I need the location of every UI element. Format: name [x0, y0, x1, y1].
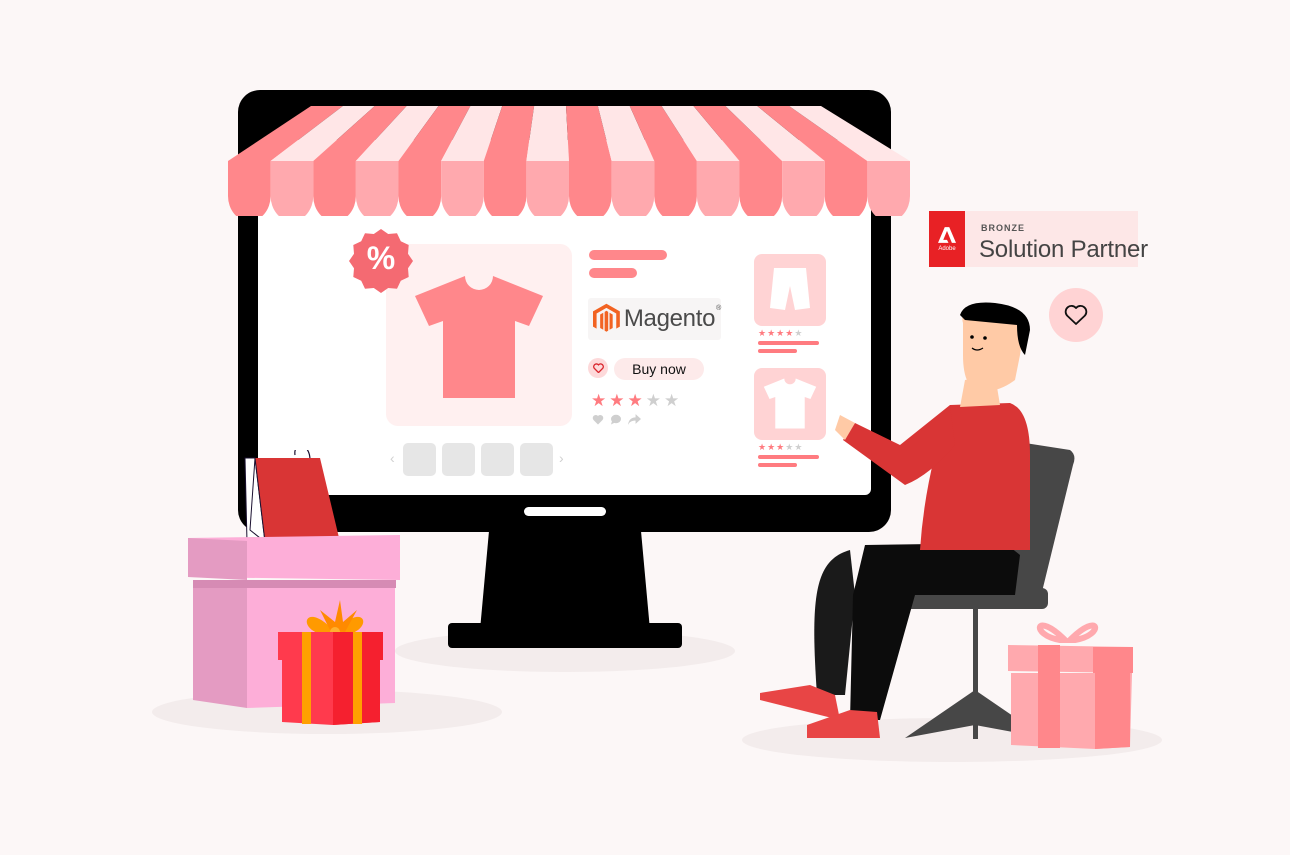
awning-scallop: [824, 161, 868, 216]
thumbnail-4[interactable]: [520, 443, 553, 476]
star-empty-icon: ★: [664, 391, 680, 410]
monitor-stand: [448, 520, 682, 648]
product-title-placeholder: [589, 250, 667, 260]
awning-scallop: [782, 161, 825, 216]
like-icon[interactable]: [592, 414, 604, 425]
buy-now-button[interactable]: Buy now: [614, 358, 704, 380]
partner-tier: BRONZE: [981, 223, 1025, 233]
star-filled-icon: ★: [609, 391, 625, 410]
awning-scallop: [739, 161, 783, 216]
awning-scallop: [611, 161, 655, 216]
comment-icon[interactable]: [610, 414, 622, 425]
awning-scallop: [228, 161, 271, 216]
magento-logo: Magento®: [588, 298, 721, 340]
awning-scallop: [355, 161, 399, 216]
awning-scallop: [398, 161, 442, 216]
share-icon[interactable]: [628, 414, 641, 425]
thumbnail-2[interactable]: [442, 443, 475, 476]
awning-scallop: [270, 161, 314, 216]
wishlist-button[interactable]: [588, 358, 608, 378]
awning-scallop: [696, 161, 740, 216]
shop-awning: [228, 106, 910, 216]
tshirt-icon: [415, 276, 543, 398]
gift-box-right: [1008, 622, 1133, 749]
monitor-power-indicator: [524, 507, 606, 516]
adobe-wordmark: Adobe: [938, 245, 956, 252]
awning-scallop: [867, 161, 910, 216]
product-actions: [592, 414, 641, 425]
magento-wordmark: Magento®: [623, 305, 721, 332]
partner-title: Solution Partner: [979, 236, 1148, 263]
shopping-bag-icon: [244, 450, 340, 544]
product-subtitle-placeholder: [589, 268, 637, 278]
awning-scallop: [313, 161, 356, 216]
awning-scallop: [654, 161, 697, 216]
adobe-icon: [938, 226, 956, 243]
gift-stack-left: [188, 450, 400, 725]
star-empty-icon: ★: [645, 391, 661, 410]
awning-scallop: [569, 161, 612, 216]
thumbnail-next-arrow[interactable]: ›: [559, 450, 564, 466]
magento-icon: [593, 303, 620, 332]
discount-percent-label: %: [366, 240, 396, 276]
thumbnail-1[interactable]: [403, 443, 436, 476]
thumbnail-3[interactable]: [481, 443, 514, 476]
awning-scallop: [441, 161, 484, 216]
product-rating: ★ ★ ★ ★ ★: [591, 391, 679, 411]
heart-outline-icon: [592, 363, 604, 373]
star-filled-icon: ★: [591, 391, 607, 410]
adobe-logo: Adobe: [929, 211, 965, 267]
awning-scallop: [483, 161, 527, 216]
awning-scallop: [526, 161, 569, 216]
star-filled-icon: ★: [627, 391, 643, 410]
